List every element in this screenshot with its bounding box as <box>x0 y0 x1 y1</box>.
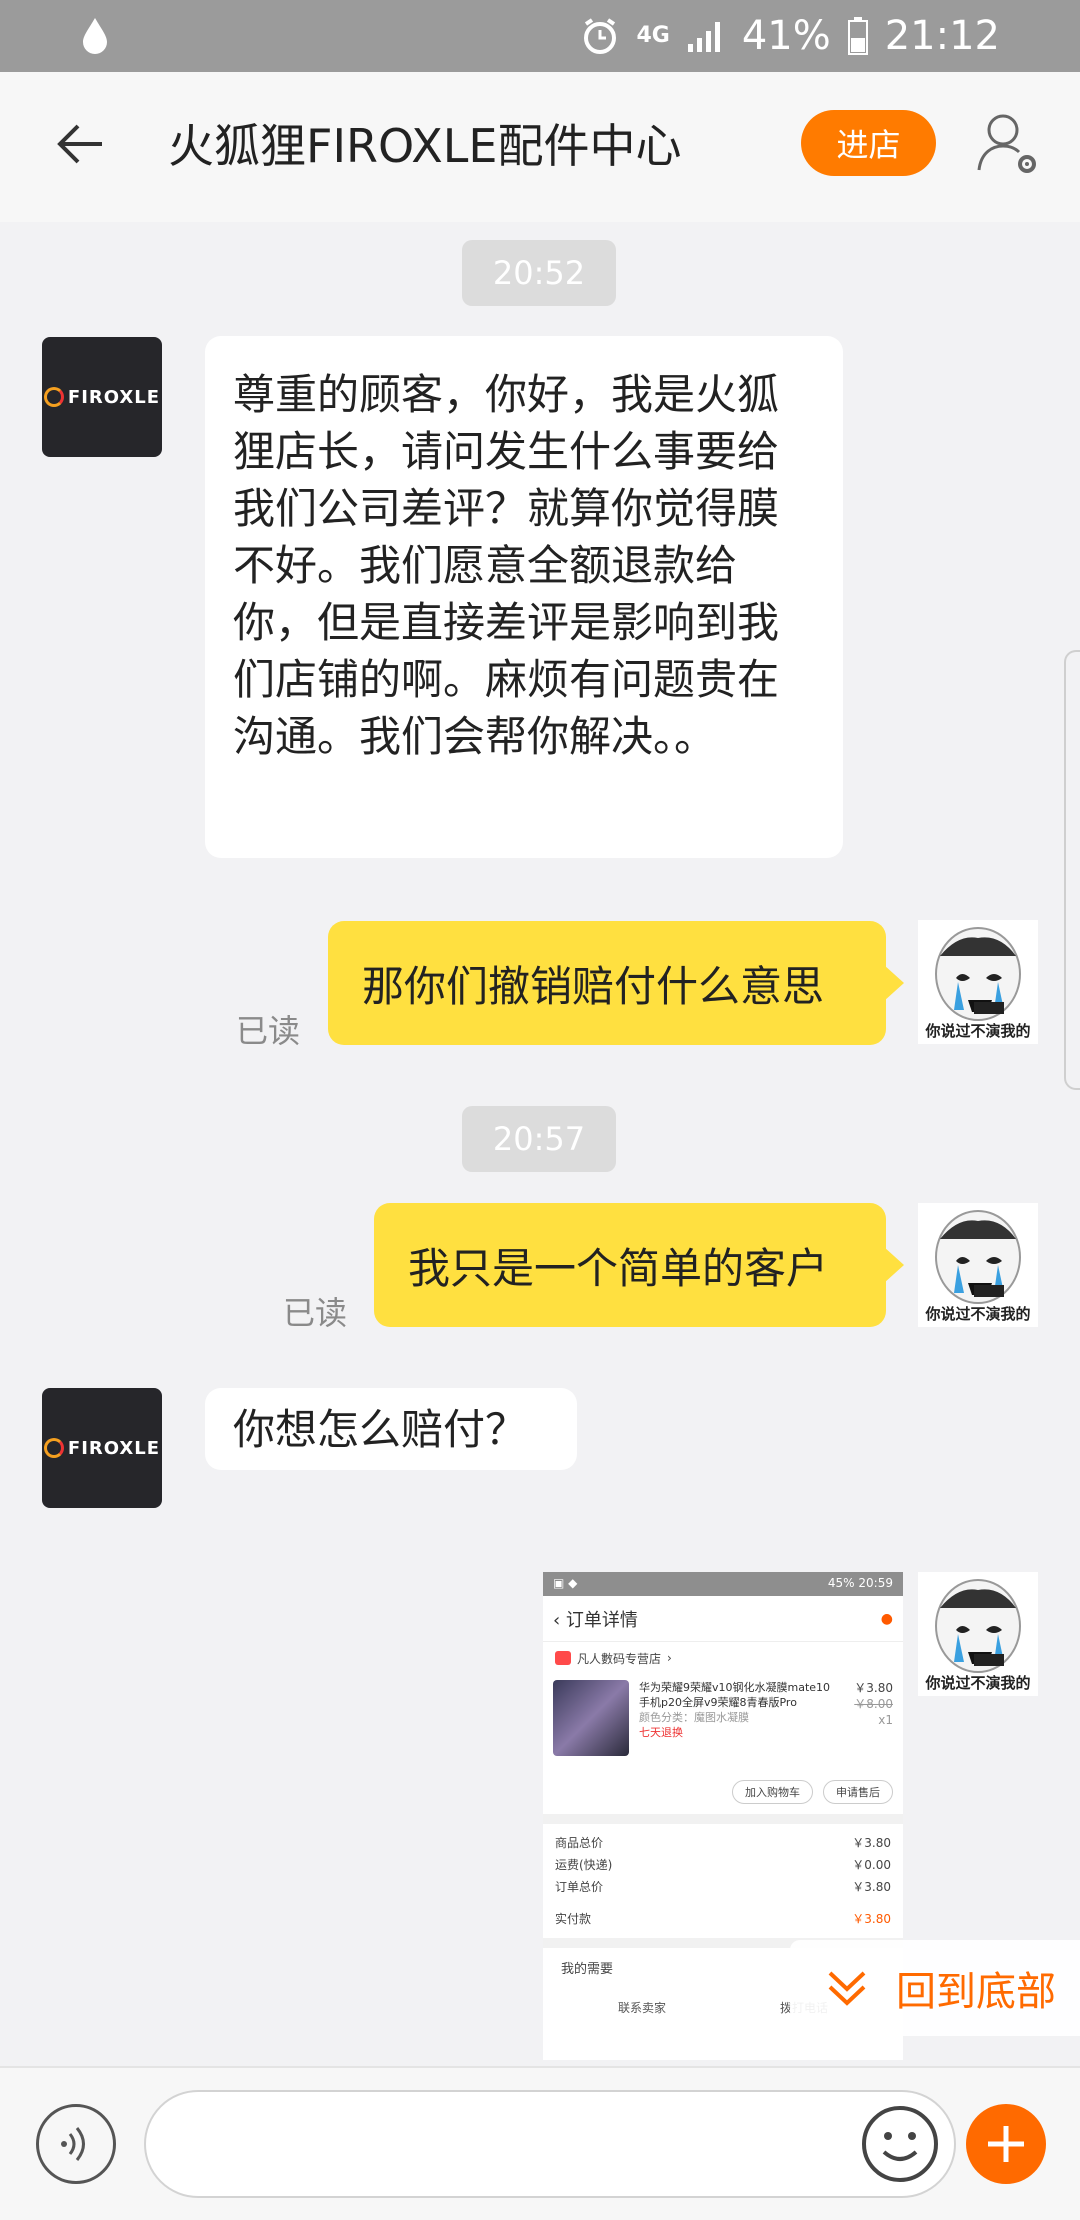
chat-header: 火狐狸FIROXLE配件中心 进店 <box>0 72 1080 222</box>
message-input[interactable] <box>144 2090 956 2198</box>
back-to-bottom-button[interactable]: 回到底部 <box>790 1940 1080 2036</box>
enter-store-button[interactable]: 进店 <box>801 110 936 176</box>
avatar-caption: 你说过不演我的 <box>925 1674 1031 1692</box>
screenshot-summary: 商品总价 ￥3.80 运费(快递) ￥0.00 订单总价 ￥3.80 实付款 ￥3.80 <box>555 1836 891 1926</box>
clock: 21:12 <box>884 13 1000 59</box>
water-drop-icon <box>83 18 107 54</box>
plus-icon[interactable] <box>966 2104 1046 2184</box>
screenshot-status-bar: ▣ ◆ 45% 20:59 <box>543 1572 903 1596</box>
timestamp: 20:57 <box>462 1106 616 1172</box>
message-bubble-me[interactable]: 那你们撤销赔付什么意思 <box>328 921 904 1045</box>
shop-avatar[interactable]: FIROXLE <box>42 1388 162 1508</box>
firoxle-logo: FIROXLE <box>43 387 160 408</box>
avatar-caption: 你说过不演我的 <box>925 1022 1031 1040</box>
screenshot-buttons: 加入购物车 申请售后 <box>543 1770 903 1814</box>
double-chevron-down-icon <box>828 1971 866 2006</box>
timestamp: 20:52 <box>462 240 616 306</box>
scrollbar-handle[interactable] <box>1064 650 1080 1090</box>
read-status: 已读 <box>283 1294 348 1332</box>
emoji-icon[interactable] <box>860 2104 940 2184</box>
message-bubble-shop[interactable]: 尊重的顾客，你好，我是火狐狸店长，请问发生什么事要给我们公司差评？就算你觉得膜不… <box>205 336 843 858</box>
network-type: 4G <box>636 23 670 48</box>
message-bubble-me[interactable]: 我只是一个简单的客户 <box>374 1203 904 1327</box>
read-status: 已读 <box>236 1012 301 1050</box>
input-bar <box>0 2066 1080 2220</box>
back-to-bottom-label: 回到底部 <box>896 1969 1056 2015</box>
screenshot-item: 华为荣耀9荣耀v10钢化水凝膜mate10手机p20全屏v9荣耀8青春版Pro … <box>543 1674 903 1770</box>
voice-icon[interactable] <box>36 2104 116 2184</box>
user-settings-icon[interactable] <box>975 108 1041 180</box>
signal-icon <box>687 22 720 52</box>
shop-avatar[interactable]: FIROXLE <box>42 337 162 457</box>
status-right: 4G 41% 21:12 <box>580 10 1000 62</box>
alarm-icon <box>584 18 617 54</box>
message-bubble-shop[interactable]: 你想怎么赔付？ <box>205 1388 577 1470</box>
firoxle-logo: FIROXLE <box>43 1438 160 1459</box>
status-bar: 4G 41% 21:12 <box>0 0 1080 72</box>
battery-icon <box>847 17 868 55</box>
shop-title: 火狐狸FIROXLE配件中心 <box>168 119 682 173</box>
back-arrow-icon[interactable] <box>52 114 112 174</box>
battery-percent: 41% <box>741 13 831 59</box>
screenshot-header: ‹ 订单详情 ● <box>543 1596 903 1642</box>
screenshot-shop-row: 凡人數码专营店 › <box>543 1642 903 1674</box>
avatar-caption: 你说过不演我的 <box>925 1305 1031 1323</box>
